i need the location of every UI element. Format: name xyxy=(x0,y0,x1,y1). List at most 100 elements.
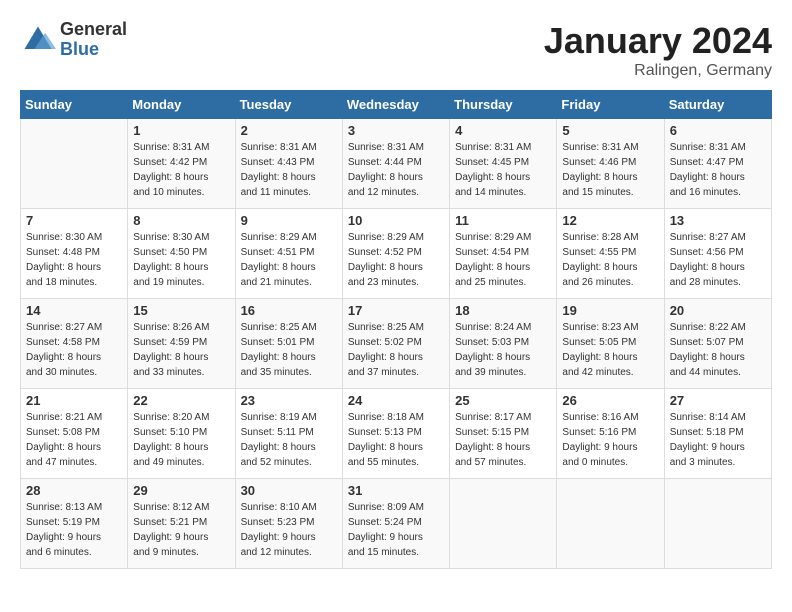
day-info: Sunrise: 8:14 AM Sunset: 5:18 PM Dayligh… xyxy=(670,410,766,470)
day-number: 5 xyxy=(562,123,658,138)
calendar-week-row: 7Sunrise: 8:30 AM Sunset: 4:48 PM Daylig… xyxy=(21,209,772,299)
day-number: 19 xyxy=(562,303,658,318)
day-info: Sunrise: 8:12 AM Sunset: 5:21 PM Dayligh… xyxy=(133,500,229,560)
day-info: Sunrise: 8:10 AM Sunset: 5:23 PM Dayligh… xyxy=(241,500,337,560)
day-info: Sunrise: 8:31 AM Sunset: 4:46 PM Dayligh… xyxy=(562,140,658,200)
day-info: Sunrise: 8:25 AM Sunset: 5:02 PM Dayligh… xyxy=(348,320,444,380)
day-info: Sunrise: 8:23 AM Sunset: 5:05 PM Dayligh… xyxy=(562,320,658,380)
weekday-header-wednesday: Wednesday xyxy=(342,91,449,119)
calendar-cell: 31Sunrise: 8:09 AM Sunset: 5:24 PM Dayli… xyxy=(342,479,449,569)
calendar-week-row: 14Sunrise: 8:27 AM Sunset: 4:58 PM Dayli… xyxy=(21,299,772,389)
day-number: 29 xyxy=(133,483,229,498)
day-info: Sunrise: 8:13 AM Sunset: 5:19 PM Dayligh… xyxy=(26,500,122,560)
logo-text: General Blue xyxy=(60,20,127,60)
day-info: Sunrise: 8:31 AM Sunset: 4:45 PM Dayligh… xyxy=(455,140,551,200)
calendar-cell: 2 Sunrise: 8:31 AM Sunset: 4:43 PM Daylig… xyxy=(235,119,342,209)
day-info: Sunrise: 8:27 AM Sunset: 4:56 PM Dayligh… xyxy=(670,230,766,290)
day-info: Sunrise: 8:31 AM Sunset: 4:44 PM Dayligh… xyxy=(348,140,444,200)
day-info: Sunrise: 8:22 AM Sunset: 5:07 PM Dayligh… xyxy=(670,320,766,380)
calendar-week-row: 28 Sunrise: 8:13 AM Sunset: 5:19 PM Dayli… xyxy=(21,479,772,569)
calendar-cell: 17 Sunrise: 8:25 AM Sunset: 5:02 PM Dayli… xyxy=(342,299,449,389)
day-number: 30 xyxy=(241,483,337,498)
day-info: Sunrise: 8:17 AM Sunset: 5:15 PM Dayligh… xyxy=(455,410,551,470)
calendar-cell: 21 Sunrise: 8:21 AM Sunset: 5:08 PM Dayli… xyxy=(21,389,128,479)
day-info: Sunrise: 8:31 AM Sunset: 4:42 PM Dayligh… xyxy=(133,140,229,200)
day-number: 15 xyxy=(133,303,229,318)
day-number: 2 xyxy=(241,123,337,138)
day-number: 18 xyxy=(455,303,551,318)
calendar-cell: 8 Sunrise: 8:30 AM Sunset: 4:50 PM Daylig… xyxy=(128,209,235,299)
day-number: 20 xyxy=(670,303,766,318)
calendar-cell: 6 Sunrise: 8:31 AM Sunset: 4:47 PM Daylig… xyxy=(664,119,771,209)
day-number: 17 xyxy=(348,303,444,318)
day-number: 8 xyxy=(133,213,229,228)
day-info: Sunrise: 8:29 AM Sunset: 4:51 PM Dayligh… xyxy=(241,230,337,290)
calendar-cell: 24Sunrise: 8:18 AM Sunset: 5:13 PM Dayli… xyxy=(342,389,449,479)
logo-icon xyxy=(20,22,56,58)
day-info: Sunrise: 8:20 AM Sunset: 5:10 PM Dayligh… xyxy=(133,410,229,470)
calendar-title: January 2024 xyxy=(544,20,772,62)
day-number: 27 xyxy=(670,393,766,408)
day-number: 3 xyxy=(348,123,444,138)
calendar-cell xyxy=(450,479,557,569)
day-info: Sunrise: 8:24 AM Sunset: 5:03 PM Dayligh… xyxy=(455,320,551,380)
calendar-table: SundayMondayTuesdayWednesdayThursdayFrid… xyxy=(20,90,772,569)
calendar-cell: 1 Sunrise: 8:31 AM Sunset: 4:42 PM Daylig… xyxy=(128,119,235,209)
calendar-cell: 27 Sunrise: 8:14 AM Sunset: 5:18 PM Dayli… xyxy=(664,389,771,479)
weekday-header-friday: Friday xyxy=(557,91,664,119)
calendar-cell: 30 Sunrise: 8:10 AM Sunset: 5:23 PM Dayli… xyxy=(235,479,342,569)
day-number: 1 xyxy=(133,123,229,138)
calendar-cell: 13Sunrise: 8:27 AM Sunset: 4:56 PM Dayli… xyxy=(664,209,771,299)
calendar-cell: 26Sunrise: 8:16 AM Sunset: 5:16 PM Dayli… xyxy=(557,389,664,479)
calendar-cell: 5 Sunrise: 8:31 AM Sunset: 4:46 PM Daylig… xyxy=(557,119,664,209)
day-info: Sunrise: 8:31 AM Sunset: 4:43 PM Dayligh… xyxy=(241,140,337,200)
calendar-cell xyxy=(664,479,771,569)
logo: General Blue xyxy=(20,20,127,60)
calendar-cell: 19 Sunrise: 8:23 AM Sunset: 5:05 PM Dayli… xyxy=(557,299,664,389)
calendar-week-row: 21 Sunrise: 8:21 AM Sunset: 5:08 PM Dayli… xyxy=(21,389,772,479)
title-block: January 2024 Ralingen, Germany xyxy=(544,20,772,80)
weekday-header-monday: Monday xyxy=(128,91,235,119)
calendar-week-row: 1 Sunrise: 8:31 AM Sunset: 4:42 PM Daylig… xyxy=(21,119,772,209)
day-info: Sunrise: 8:21 AM Sunset: 5:08 PM Dayligh… xyxy=(26,410,122,470)
calendar-cell xyxy=(557,479,664,569)
day-info: Sunrise: 8:29 AM Sunset: 4:52 PM Dayligh… xyxy=(348,230,444,290)
day-number: 16 xyxy=(241,303,337,318)
calendar-cell: 29 Sunrise: 8:12 AM Sunset: 5:21 PM Dayli… xyxy=(128,479,235,569)
weekday-header-thursday: Thursday xyxy=(450,91,557,119)
calendar-cell: 11 Sunrise: 8:29 AM Sunset: 4:54 PM Dayli… xyxy=(450,209,557,299)
calendar-cell: 16Sunrise: 8:25 AM Sunset: 5:01 PM Dayli… xyxy=(235,299,342,389)
day-info: Sunrise: 8:27 AM Sunset: 4:58 PM Dayligh… xyxy=(26,320,122,380)
day-number: 26 xyxy=(562,393,658,408)
day-info: Sunrise: 8:18 AM Sunset: 5:13 PM Dayligh… xyxy=(348,410,444,470)
day-info: Sunrise: 8:30 AM Sunset: 4:50 PM Dayligh… xyxy=(133,230,229,290)
calendar-cell xyxy=(21,119,128,209)
calendar-cell: 15 Sunrise: 8:26 AM Sunset: 4:59 PM Dayli… xyxy=(128,299,235,389)
calendar-cell: 14Sunrise: 8:27 AM Sunset: 4:58 PM Dayli… xyxy=(21,299,128,389)
day-number: 22 xyxy=(133,393,229,408)
weekday-header-tuesday: Tuesday xyxy=(235,91,342,119)
day-number: 21 xyxy=(26,393,122,408)
calendar-cell: 20 Sunrise: 8:22 AM Sunset: 5:07 PM Dayli… xyxy=(664,299,771,389)
day-number: 23 xyxy=(241,393,337,408)
weekday-header-row: SundayMondayTuesdayWednesdayThursdayFrid… xyxy=(21,91,772,119)
calendar-cell: 10 Sunrise: 8:29 AM Sunset: 4:52 PM Dayli… xyxy=(342,209,449,299)
day-number: 10 xyxy=(348,213,444,228)
logo-blue: Blue xyxy=(60,40,127,60)
day-info: Sunrise: 8:28 AM Sunset: 4:55 PM Dayligh… xyxy=(562,230,658,290)
weekday-header-sunday: Sunday xyxy=(21,91,128,119)
day-info: Sunrise: 8:31 AM Sunset: 4:47 PM Dayligh… xyxy=(670,140,766,200)
day-number: 28 xyxy=(26,483,122,498)
calendar-cell: 3 Sunrise: 8:31 AM Sunset: 4:44 PM Daylig… xyxy=(342,119,449,209)
calendar-cell: 12 Sunrise: 8:28 AM Sunset: 4:55 PM Dayli… xyxy=(557,209,664,299)
day-number: 6 xyxy=(670,123,766,138)
day-number: 4 xyxy=(455,123,551,138)
day-info: Sunrise: 8:29 AM Sunset: 4:54 PM Dayligh… xyxy=(455,230,551,290)
day-number: 12 xyxy=(562,213,658,228)
day-info: Sunrise: 8:09 AM Sunset: 5:24 PM Dayligh… xyxy=(348,500,444,560)
calendar-subtitle: Ralingen, Germany xyxy=(544,62,772,80)
day-info: Sunrise: 8:26 AM Sunset: 4:59 PM Dayligh… xyxy=(133,320,229,380)
day-number: 11 xyxy=(455,213,551,228)
calendar-cell: 28 Sunrise: 8:13 AM Sunset: 5:19 PM Dayli… xyxy=(21,479,128,569)
page-header: General Blue January 2024 Ralingen, Germ… xyxy=(20,20,772,80)
